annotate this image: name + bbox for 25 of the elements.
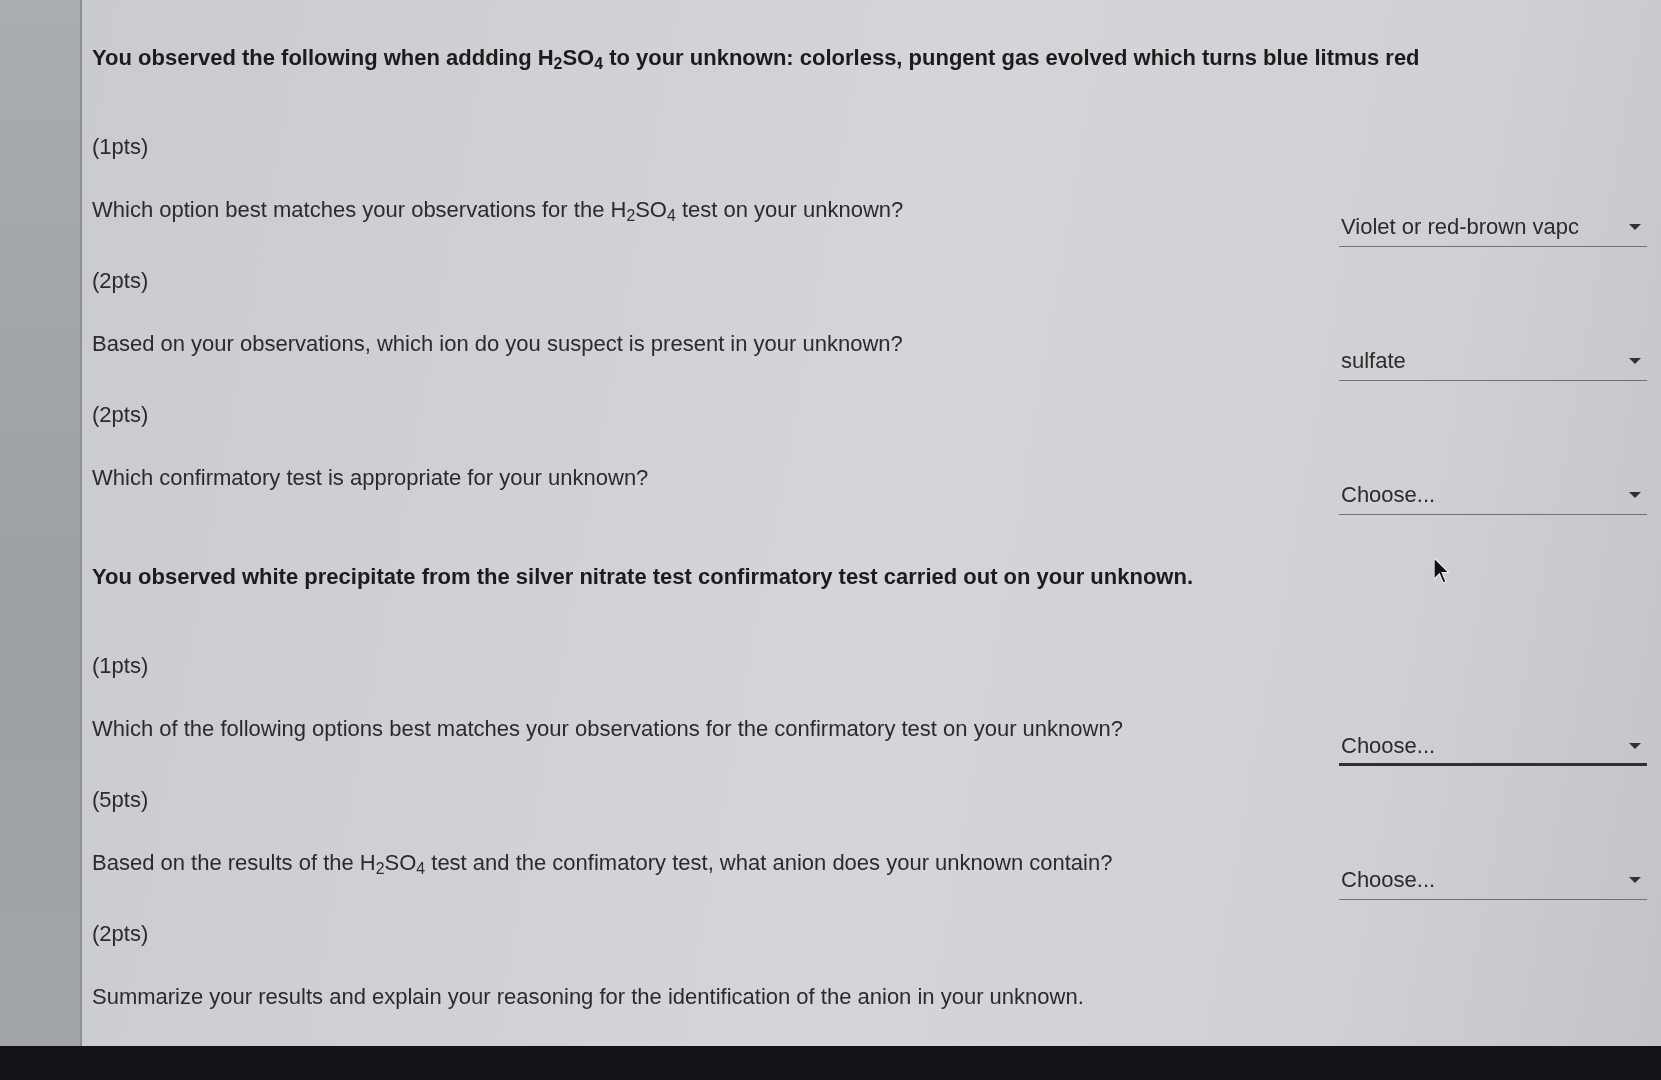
points-label: (5pts) bbox=[92, 786, 149, 814]
dropdown[interactable]: Violet or red-brown vapc bbox=[1339, 212, 1647, 247]
question-text: Which of the following options best matches your observations for the confirmatory test on your unknown? bbox=[92, 715, 1123, 743]
points-label: (2pts) bbox=[92, 401, 149, 429]
question-text: Which option best matches your observations for the H$_{2}$SO$_{4}$ test on your unknown? bbox=[92, 196, 904, 226]
question-text: Based on your observations, which ion do you suspect is present in your unknown? bbox=[92, 330, 903, 358]
question-text: Summarize your results and explain your reasoning for the identification of the anion in your unknown. bbox=[92, 983, 1084, 1011]
caret-icon bbox=[1629, 743, 1641, 749]
points-label: (2pts) bbox=[92, 267, 149, 295]
dropdown[interactable]: Choose... bbox=[1339, 865, 1647, 900]
points-label: (1pts) bbox=[92, 133, 149, 161]
caret-icon bbox=[1629, 358, 1641, 364]
cursor-icon bbox=[1434, 558, 1450, 583]
dropdown[interactable]: Choose... bbox=[1339, 480, 1647, 515]
points-label: (1pts) bbox=[92, 652, 149, 680]
question-text: Based on the results of the H$_{2}$SO$_{4}$ test and the confimatory test, what anion does your unknown contain? bbox=[92, 849, 1113, 879]
dropdown[interactable]: sulfate bbox=[1339, 346, 1647, 381]
caret-icon bbox=[1629, 224, 1641, 230]
caret-icon bbox=[1629, 492, 1641, 498]
section-heading: You observed white precipitate from the silver nitrate test confirmatory test carried out on your unknown. bbox=[92, 563, 1194, 591]
caret-icon bbox=[1629, 877, 1641, 883]
section-heading: You observed the following when addding H$_{2}$SO$_{4}$ to your unknown: colorless, pungent gas evolved which turns blue litmus red bbox=[92, 44, 1420, 74]
dropdown[interactable]: Choose... bbox=[1339, 731, 1647, 766]
question-text: Which confirmatory test is appropriate for your unknown? bbox=[92, 464, 649, 492]
points-label: (2pts) bbox=[92, 920, 149, 948]
